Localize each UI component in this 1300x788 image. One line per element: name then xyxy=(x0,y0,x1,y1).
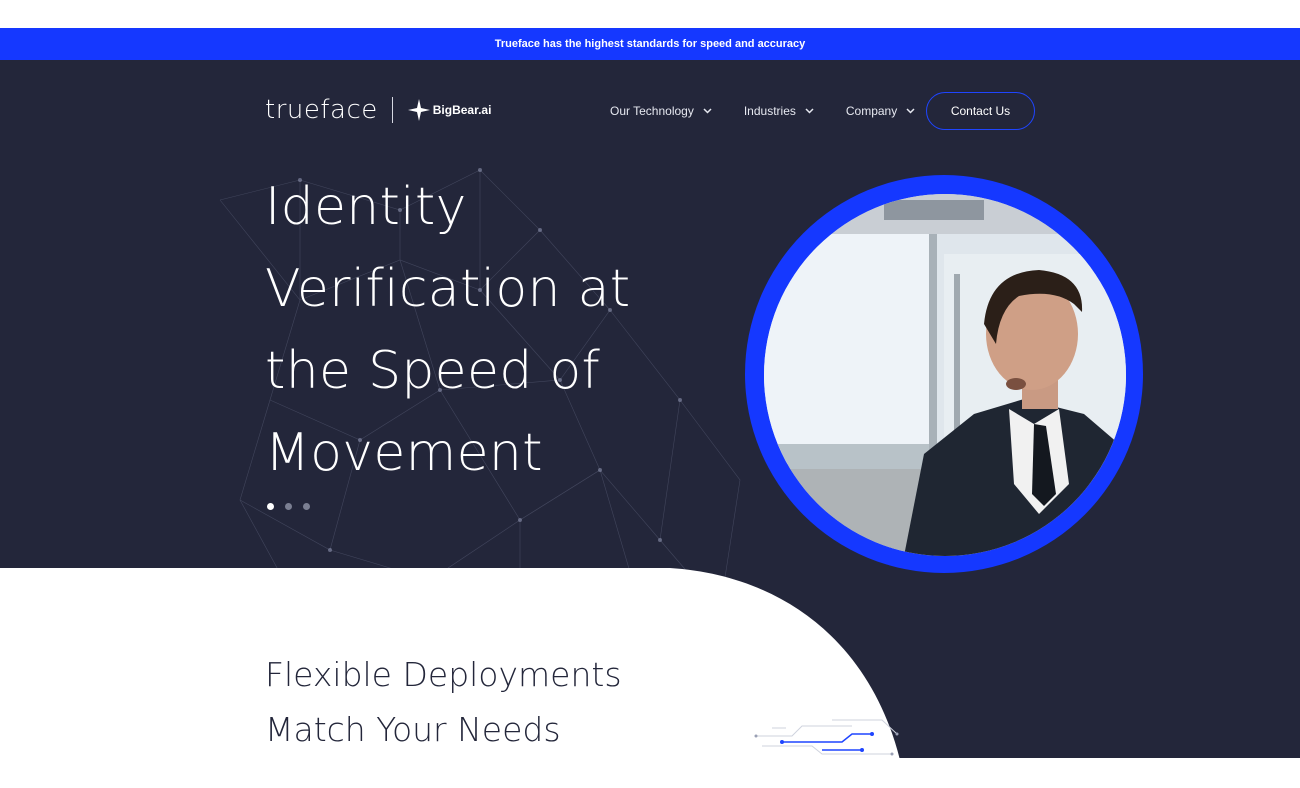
nav-label: Industries xyxy=(743,104,796,118)
contact-us-button[interactable]: Contact Us xyxy=(926,92,1035,130)
announcement-bar: Trueface has the highest standards for s… xyxy=(0,28,1300,60)
carousel-dot[interactable] xyxy=(267,503,274,510)
main-navigation: Our Technology Industries Company xyxy=(610,92,947,130)
nav-our-technology[interactable]: Our Technology xyxy=(610,104,712,118)
announcement-text: Trueface has the highest standards for s… xyxy=(494,38,806,50)
hero-photo xyxy=(764,194,1126,556)
chevron-down-icon xyxy=(703,108,712,114)
chevron-down-icon xyxy=(805,108,814,114)
nav-industries[interactable]: Industries xyxy=(744,104,814,118)
headline-line: Verification at xyxy=(265,259,631,319)
bigbear-logo: BigBear.ai xyxy=(407,98,492,122)
carousel-dot[interactable] xyxy=(285,503,292,510)
section-heading-line: Match Your Needs xyxy=(265,710,561,749)
carousel-dots xyxy=(267,503,321,510)
nav-label: Company xyxy=(845,104,898,118)
star-icon xyxy=(407,99,430,121)
headline-line: Identity xyxy=(265,177,467,237)
section-heading-line: Flexible Deployments xyxy=(265,655,622,694)
nav-label: Our Technology xyxy=(610,104,694,118)
carousel-dot[interactable] xyxy=(303,503,310,510)
nav-company[interactable]: Company xyxy=(846,104,915,118)
section-heading: Flexible Deployments Match Your Needs xyxy=(265,647,622,757)
bigbear-wordmark: BigBear.ai xyxy=(432,103,492,117)
trueface-logo[interactable]: trueface BigBear.ai xyxy=(265,90,491,130)
chevron-down-icon xyxy=(906,108,915,114)
headline-line: Movement xyxy=(265,423,543,483)
logo-divider xyxy=(391,97,393,123)
hero-headline: Identity Verification at the Speed of Mo… xyxy=(265,166,685,494)
headline-line: the Speed of xyxy=(265,341,601,401)
airport-traveler-image xyxy=(764,194,1126,556)
circuit-decoration xyxy=(754,719,899,756)
trueface-wordmark: trueface xyxy=(265,95,378,125)
